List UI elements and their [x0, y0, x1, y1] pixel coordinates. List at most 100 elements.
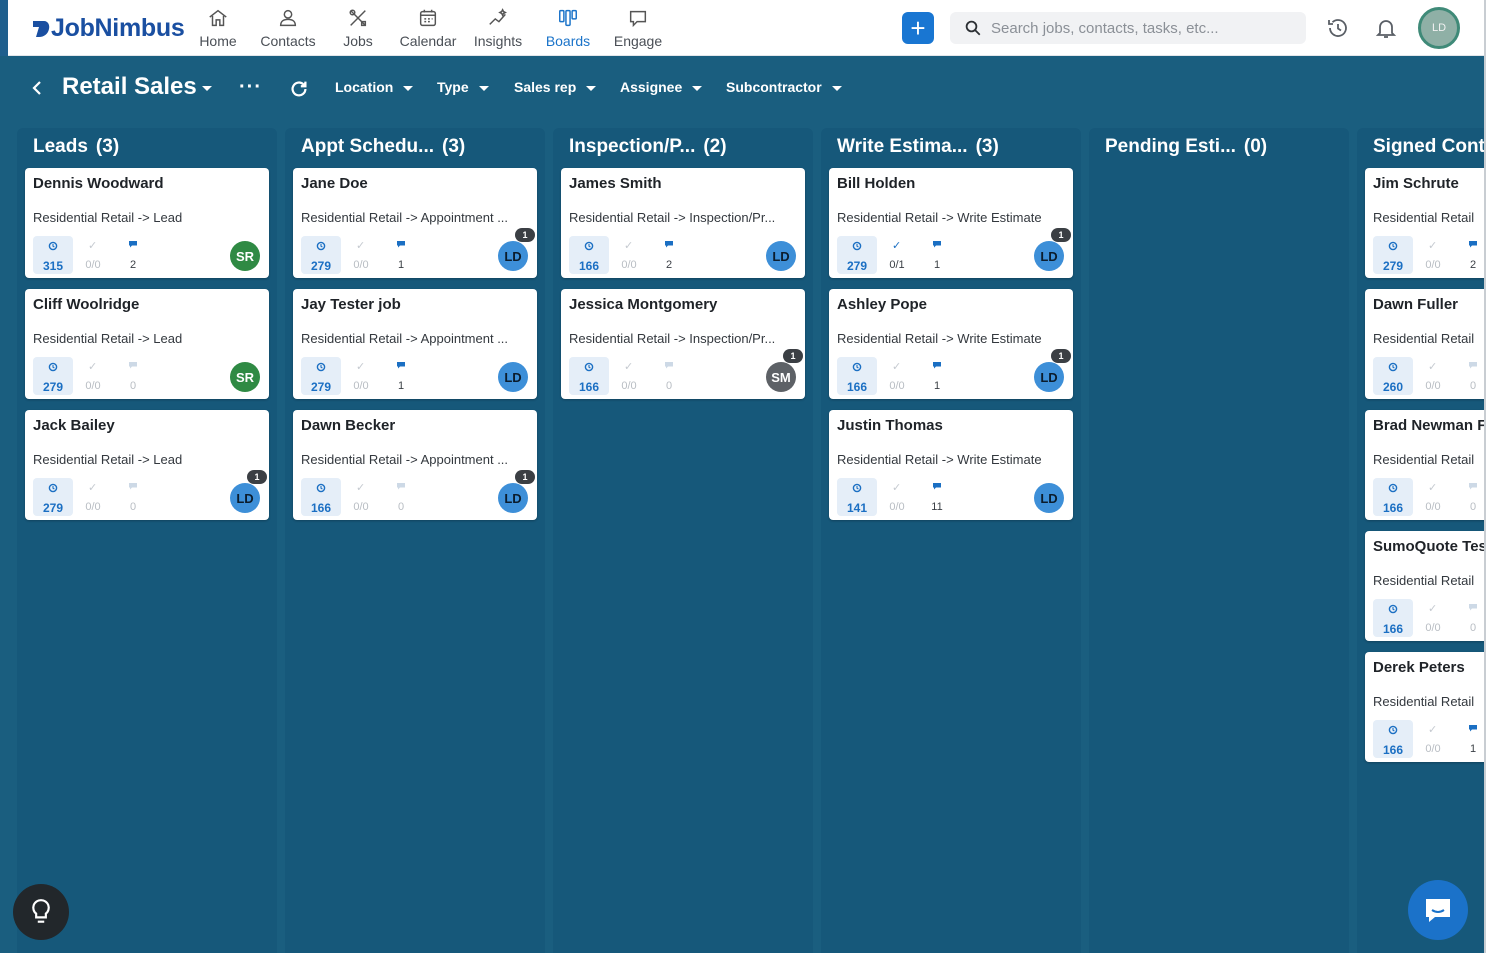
assignee-avatar[interactable]: LD: [1034, 362, 1064, 392]
column-header[interactable]: Write Estima... (3): [837, 136, 999, 158]
job-card[interactable]: Jim Schrute Residential Retail 279 ✓ 0/0 2: [1365, 168, 1484, 278]
back-chevron-icon[interactable]: [28, 78, 48, 98]
nav-calendar[interactable]: Calendar: [391, 7, 465, 49]
check-icon: ✓: [88, 361, 98, 373]
chat-support-button[interactable]: [1408, 880, 1468, 940]
note-count: 0: [397, 501, 405, 513]
check-icon: ✓: [356, 482, 366, 494]
job-name: Justin Thomas: [837, 417, 943, 434]
calendar-icon: [391, 7, 465, 31]
job-card[interactable]: Jack Bailey Residential Retail -> Lead 279…: [25, 410, 269, 520]
bell-icon[interactable]: [1374, 16, 1398, 40]
assignee-avatar[interactable]: LD: [766, 241, 796, 271]
nav-engage[interactable]: Engage: [601, 7, 675, 49]
job-workflow-path: Residential Retail -> Lead: [33, 331, 183, 346]
job-name: SumoQuote Tes: [1373, 538, 1484, 555]
task-count: 0/0: [1425, 380, 1441, 392]
chevron-down-icon[interactable]: [202, 86, 212, 91]
nav-contacts[interactable]: Contacts: [251, 7, 325, 49]
note-count: 2: [129, 259, 137, 271]
job-card[interactable]: Dawn Fuller Residential Retail 260 ✓ 0/0 0: [1365, 289, 1484, 399]
add-button[interactable]: +: [902, 12, 934, 44]
assignee-avatar[interactable]: LD: [498, 362, 528, 392]
assignee-avatar[interactable]: LD: [1034, 241, 1064, 271]
assignee-avatar[interactable]: LD: [498, 241, 528, 271]
jobnimbus-logo[interactable]: JobNimbus: [32, 14, 185, 43]
filter-type[interactable]: Type: [437, 79, 489, 95]
check-icon: ✓: [1428, 724, 1438, 736]
job-card[interactable]: Ashley Pope Residential Retail -> Write E…: [829, 289, 1073, 399]
comment-icon: [129, 483, 137, 490]
assignee-avatar[interactable]: SR: [230, 241, 260, 271]
job-card[interactable]: Justin Thomas Residential Retail -> Write…: [829, 410, 1073, 520]
column-header[interactable]: Leads (3): [33, 136, 119, 158]
note-count: 0: [129, 501, 137, 513]
job-card[interactable]: Cliff Woolridge Residential Retail -> Lea…: [25, 289, 269, 399]
filter-assignee[interactable]: Assignee: [620, 79, 703, 95]
column-header[interactable]: Pending Esti... (0): [1105, 136, 1267, 158]
nav-home[interactable]: Home: [181, 7, 255, 49]
filter-sales-rep[interactable]: Sales rep: [514, 79, 597, 95]
clock-icon: [48, 483, 58, 493]
note-count: 1: [397, 259, 405, 271]
nav-contacts-label: Contacts: [260, 33, 316, 49]
comment-icon: [933, 362, 941, 369]
column-header[interactable]: Appt Schedu... (3): [301, 136, 465, 158]
board-column: Pending Esti... (0): [1089, 128, 1349, 953]
search-input[interactable]: [991, 19, 1291, 37]
unread-badge: 1: [1051, 349, 1071, 363]
help-button[interactable]: [13, 884, 69, 940]
job-card[interactable]: Jessica Montgomery Residential Retail -> …: [561, 289, 805, 399]
nav-boards[interactable]: Boards: [531, 7, 605, 49]
job-card[interactable]: Derek Peters Residential Retail 166 ✓ 0/0 1: [1365, 652, 1484, 762]
days-in-status: 279: [837, 236, 877, 274]
user-avatar[interactable]: LD: [1418, 7, 1460, 49]
nav-insights[interactable]: Insights: [461, 7, 535, 49]
column-header[interactable]: Inspection/P... (2): [569, 136, 727, 158]
job-card[interactable]: Dennis Woodward Residential Retail -> Lea…: [25, 168, 269, 278]
column-header[interactable]: Signed Cont: [1373, 136, 1484, 158]
job-workflow-path: Residential Retail -> Write Estimate: [837, 210, 1042, 225]
assignee-avatar[interactable]: SR: [230, 362, 260, 392]
days-in-status: 166: [569, 236, 609, 274]
more-options-icon[interactable]: ···: [239, 76, 262, 99]
job-name: Ashley Pope: [837, 296, 928, 313]
board-columns: Leads (3) Dennis Woodward Residential Retai…: [17, 128, 1484, 953]
filter-location[interactable]: Location: [335, 79, 414, 95]
clock-icon: [584, 241, 594, 251]
days-count: 166: [310, 501, 332, 515]
job-card[interactable]: Jay Tester job Residential Retail -> Appo…: [293, 289, 537, 399]
job-card[interactable]: SumoQuote Tes Residential Retail 166 ✓ 0/0 0: [1365, 531, 1484, 641]
assignee-avatar[interactable]: LD: [230, 483, 260, 513]
board-title[interactable]: Retail Sales: [62, 73, 197, 101]
assignee-avatar[interactable]: SM: [766, 362, 796, 392]
check-icon: ✓: [88, 482, 98, 494]
board-column: Leads (3) Dennis Woodward Residential Retai…: [17, 128, 277, 953]
check-icon: ✓: [892, 240, 902, 252]
history-icon[interactable]: [1326, 16, 1350, 40]
assignee-avatar[interactable]: LD: [498, 483, 528, 513]
days-count: 166: [1382, 501, 1404, 515]
job-card[interactable]: James Smith Residential Retail -> Inspect…: [561, 168, 805, 278]
sparkle-chart-icon: [461, 7, 535, 31]
job-card[interactable]: Brad Newman F Residential Retail 166 ✓ 0/0 0: [1365, 410, 1484, 520]
job-card[interactable]: Dawn Becker Residential Retail -> Appoint…: [293, 410, 537, 520]
job-card[interactable]: Bill Holden Residential Retail -> Write E…: [829, 168, 1073, 278]
global-search[interactable]: [950, 12, 1306, 44]
chevron-down-icon: [403, 85, 414, 91]
days-in-status: 166: [1373, 720, 1413, 758]
column-title: Write Estima...: [837, 136, 968, 157]
refresh-icon[interactable]: [288, 78, 310, 100]
comment-icon: [129, 362, 137, 369]
board-toolbar: Retail Sales ··· Location Type Sales rep…: [0, 56, 1484, 120]
nav-jobs[interactable]: Jobs: [321, 7, 395, 49]
note-count: 11: [931, 501, 943, 513]
filter-subcontractor[interactable]: Subcontractor: [726, 79, 842, 95]
job-workflow-path: Residential Retail -> Lead: [33, 210, 183, 225]
note-count: 0: [1469, 501, 1477, 513]
days-count: 166: [1382, 622, 1404, 636]
assignee-avatar[interactable]: LD: [1034, 483, 1064, 513]
note-count: 2: [665, 259, 673, 271]
job-workflow-path: Residential Retail: [1373, 573, 1475, 588]
job-card[interactable]: Jane Doe Residential Retail -> Appointmen…: [293, 168, 537, 278]
